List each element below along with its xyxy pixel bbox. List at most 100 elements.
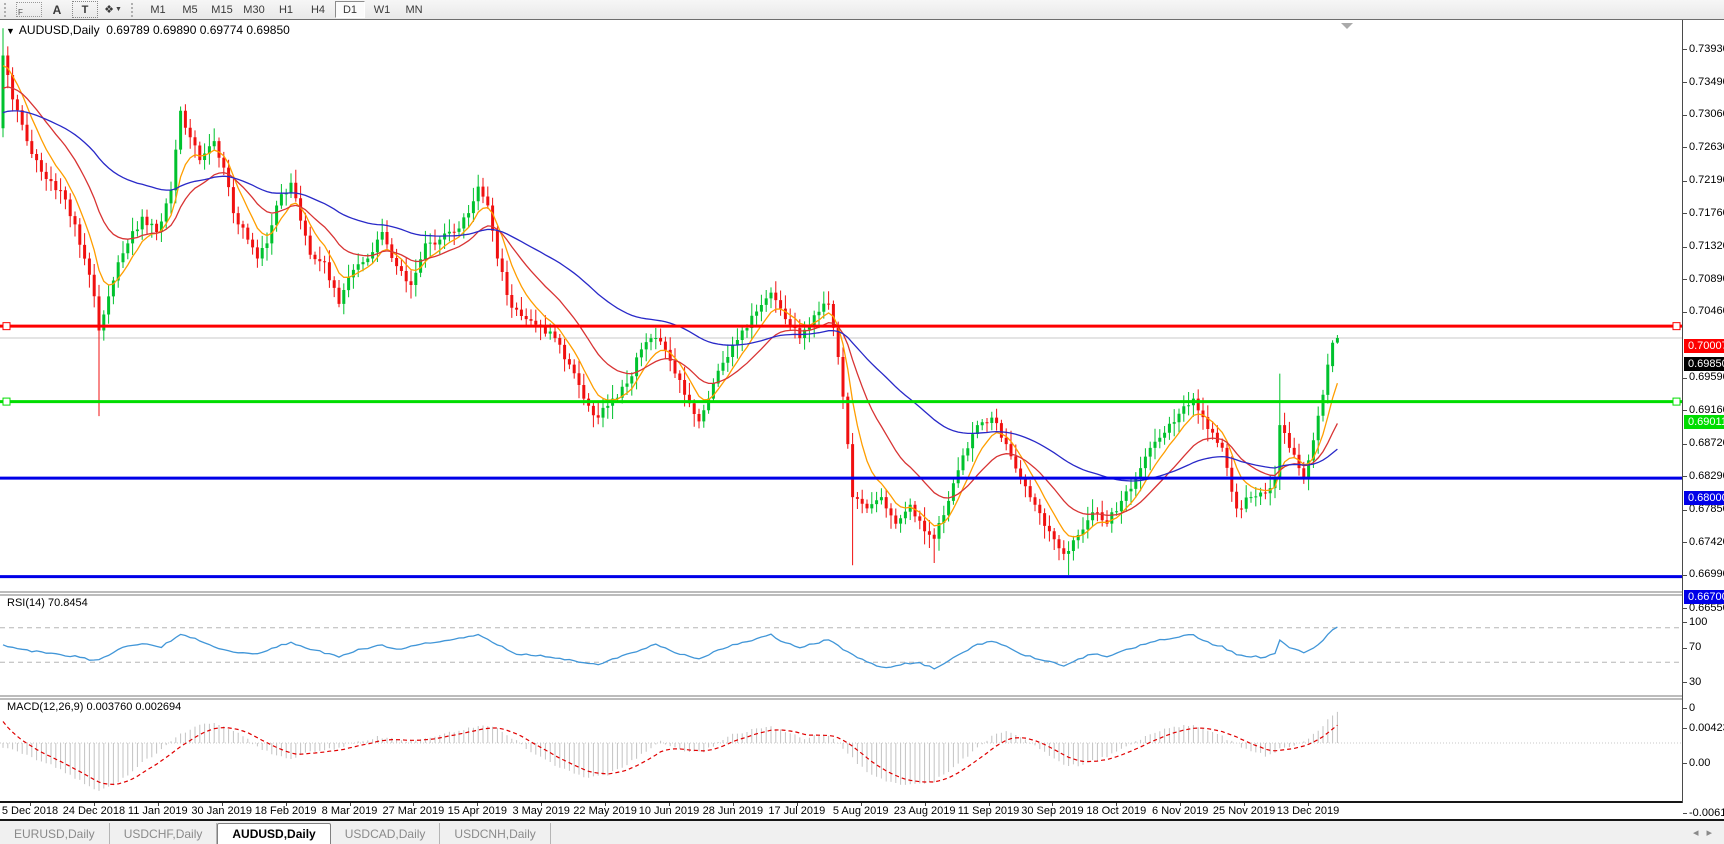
date-label: 25 Nov 2019 bbox=[1213, 805, 1275, 817]
timeframe-mn[interactable]: MN bbox=[399, 1, 429, 18]
axis-tick bbox=[1683, 247, 1687, 248]
macd-label: MACD(12,26,9) 0.003760 0.002694 bbox=[7, 701, 181, 713]
axis-tick bbox=[1683, 763, 1687, 764]
timeframe-w1[interactable]: W1 bbox=[367, 1, 397, 18]
terminal-window: F A T ❖▼ M1M5M15M30H1H4D1W1MN ▼AUDUSD,Da… bbox=[0, 0, 1724, 844]
chart-shift-marker-icon bbox=[1341, 23, 1353, 29]
timeframe-m1[interactable]: M1 bbox=[143, 1, 173, 18]
macd-axis-label: 0.00423 bbox=[1689, 722, 1724, 734]
tab-usdcnh[interactable]: USDCNH,Daily bbox=[440, 823, 550, 844]
date-label: 11 Jan 2019 bbox=[128, 805, 188, 817]
date-label: 15 Apr 2019 bbox=[448, 805, 507, 817]
axis-tick bbox=[1683, 622, 1687, 623]
date-label: 6 Nov 2019 bbox=[1152, 805, 1208, 817]
text-label-icon[interactable]: T bbox=[72, 1, 98, 18]
rsi-axis-label: 30 bbox=[1689, 676, 1701, 688]
price-label: 0.68720 bbox=[1689, 437, 1724, 449]
axis-tick bbox=[1683, 682, 1687, 683]
timeframe-d1[interactable]: D1 bbox=[335, 1, 365, 18]
tab-audusd[interactable]: AUDUSD,Daily bbox=[217, 823, 330, 844]
price-label: 0.66990 bbox=[1689, 568, 1724, 580]
date-axis[interactable]: 5 Dec 201824 Dec 201811 Jan 201930 Jan 2… bbox=[0, 803, 1682, 819]
line-handle bbox=[3, 323, 10, 330]
price-label: 0.73060 bbox=[1689, 108, 1724, 120]
price-chart-svg[interactable] bbox=[0, 20, 1682, 803]
hline-resistance[interactable] bbox=[0, 323, 1682, 330]
symbol-caret-icon[interactable]: ▼ bbox=[6, 26, 15, 36]
price-label: 0.67420 bbox=[1689, 536, 1724, 548]
line-handle bbox=[3, 398, 10, 405]
date-label: 23 Aug 2019 bbox=[894, 805, 956, 817]
current-price-tag: 0.69850 bbox=[1684, 357, 1724, 371]
axis-tick bbox=[1683, 510, 1687, 511]
date-label: 8 Mar 2019 bbox=[322, 805, 378, 817]
axis-tick bbox=[1683, 542, 1687, 543]
price-label: 0.73930 bbox=[1689, 43, 1724, 55]
chart-grid-icon[interactable]: F bbox=[16, 2, 42, 17]
level-price-tag-support-blue-2: 0.66700 bbox=[1684, 590, 1724, 604]
axis-tick bbox=[1683, 728, 1687, 729]
arrows-icon[interactable]: ❖▼ bbox=[100, 1, 126, 18]
toolbar-grip bbox=[4, 3, 11, 17]
price-label: 0.73490 bbox=[1689, 76, 1724, 88]
date-label: 22 May 2019 bbox=[573, 805, 637, 817]
date-label: 18 Oct 2019 bbox=[1086, 805, 1146, 817]
axis-tick bbox=[1683, 312, 1687, 313]
hline-support-green[interactable] bbox=[0, 398, 1682, 405]
up-candle-wicks bbox=[3, 28, 1337, 575]
date-label: 3 May 2019 bbox=[512, 805, 569, 817]
axis-tick bbox=[1683, 476, 1687, 477]
axis-tick bbox=[1683, 608, 1687, 609]
price-label: 0.71760 bbox=[1689, 207, 1724, 219]
axis-tick bbox=[1683, 813, 1687, 814]
tab-eurusd[interactable]: EURUSD,Daily bbox=[0, 823, 110, 844]
timeframe-m30[interactable]: M30 bbox=[239, 1, 269, 18]
tab-usdcad[interactable]: USDCAD,Daily bbox=[331, 823, 441, 844]
chart-ohlc: 0.69789 0.69890 0.69774 0.69850 bbox=[106, 23, 290, 37]
font-a-icon[interactable]: A bbox=[44, 1, 70, 18]
line-handle bbox=[1673, 323, 1680, 330]
axis-tick bbox=[1683, 575, 1687, 576]
level-price-tag-support-green: 0.69011 bbox=[1684, 415, 1724, 429]
timeframe-m15[interactable]: M15 bbox=[207, 1, 237, 18]
date-label: 5 Dec 2018 bbox=[2, 805, 58, 817]
tab-usdchf[interactable]: USDCHF,Daily bbox=[110, 823, 218, 844]
macd-axis-label: -0.00610 bbox=[1689, 807, 1724, 819]
price-label: 0.70890 bbox=[1689, 273, 1724, 285]
axis-tick bbox=[1683, 708, 1687, 709]
date-label: 5 Aug 2019 bbox=[833, 805, 889, 817]
price-axis[interactable]: 0.739300.734900.730600.726300.721900.717… bbox=[1682, 20, 1724, 803]
chart-title: ▼AUDUSD,Daily 0.69789 0.69890 0.69774 0.… bbox=[6, 23, 290, 37]
level-price-tag-resistance: 0.70007 bbox=[1684, 339, 1724, 353]
line-handle bbox=[1673, 398, 1680, 405]
axis-tick bbox=[1683, 378, 1687, 379]
price-label: 0.70460 bbox=[1689, 305, 1724, 317]
date-label: 17 Jul 2019 bbox=[768, 805, 825, 817]
scroll-right-icon[interactable]: ▸ bbox=[1706, 827, 1720, 839]
rsi-label: RSI(14) 70.8454 bbox=[7, 597, 88, 609]
date-label: 13 Dec 2019 bbox=[1277, 805, 1339, 817]
main-toolbar: F A T ❖▼ M1M5M15M30H1H4D1W1MN bbox=[0, 0, 1724, 20]
dropdown-caret-icon[interactable]: ▼ bbox=[115, 6, 122, 13]
price-label: 0.68290 bbox=[1689, 470, 1724, 482]
macd-histogram bbox=[3, 712, 1337, 791]
level-price-tag-support-blue-1: 0.68000 bbox=[1684, 491, 1724, 505]
axis-tick bbox=[1683, 213, 1687, 214]
symbol-tabs: EURUSD,DailyUSDCHF,DailyAUDUSD,DailyUSDC… bbox=[0, 823, 551, 844]
timeframe-h1[interactable]: H1 bbox=[271, 1, 301, 18]
axis-tick bbox=[1683, 410, 1687, 411]
price-label: 0.69590 bbox=[1689, 371, 1724, 383]
down-candle-wicks bbox=[8, 46, 1304, 565]
axis-tick bbox=[1683, 444, 1687, 445]
scroll-left-icon[interactable]: ◂ bbox=[1693, 827, 1707, 839]
date-label: 18 Feb 2019 bbox=[255, 805, 317, 817]
ma-mid bbox=[3, 87, 1337, 516]
timeframe-m5[interactable]: M5 bbox=[175, 1, 205, 18]
rsi-axis-label: 100 bbox=[1689, 616, 1707, 628]
price-label: 0.71320 bbox=[1689, 240, 1724, 252]
axis-tick bbox=[1683, 82, 1687, 83]
ma-fast bbox=[3, 66, 1337, 537]
timeframe-h4[interactable]: H4 bbox=[303, 1, 333, 18]
date-label: 30 Jan 2019 bbox=[191, 805, 252, 817]
chart-plot-area[interactable]: ▼AUDUSD,Daily 0.69789 0.69890 0.69774 0.… bbox=[0, 20, 1724, 819]
